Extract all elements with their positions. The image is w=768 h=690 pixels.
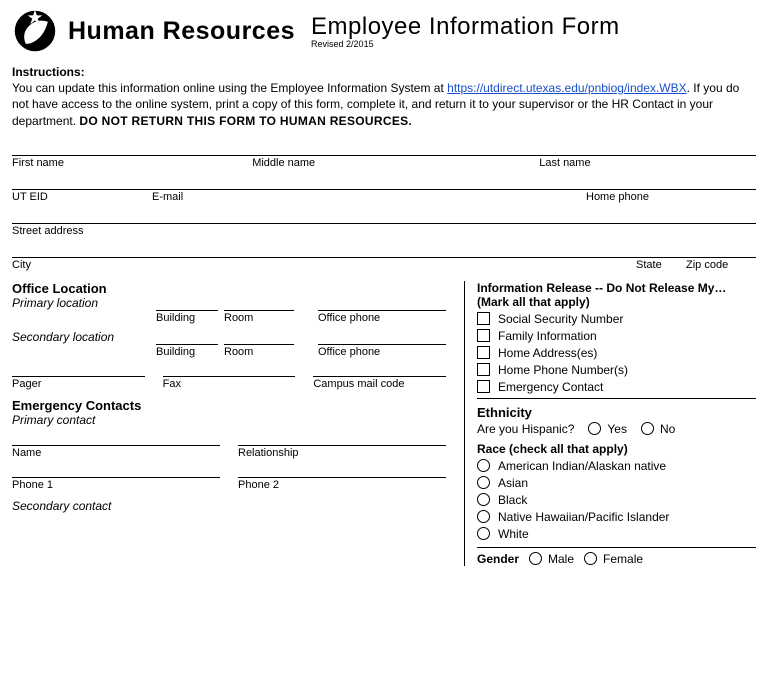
fax-field[interactable]: Fax <box>163 376 296 390</box>
info-release-heading: Information Release -- Do Not Release My… <box>477 281 756 295</box>
radio-gender-male[interactable] <box>529 552 542 565</box>
right-column: Information Release -- Do Not Release My… <box>464 281 756 566</box>
ec-name-field[interactable]: Name <box>12 445 220 459</box>
ethnicity-question: Are you Hispanic? <box>477 422 574 436</box>
info-release-item: Home Address(es) <box>477 346 756 360</box>
checkbox-emergency[interactable] <box>477 380 490 393</box>
office-location-heading: Office Location <box>12 281 446 296</box>
ec-phone1-field[interactable]: Phone 1 <box>12 477 220 491</box>
primary-building-field[interactable]: Building <box>156 310 218 324</box>
radio-race-nh[interactable] <box>477 510 490 523</box>
state-label: State <box>636 259 686 271</box>
name-row: First name Middle name Last name <box>12 155 756 169</box>
instructions: Instructions: You can update this inform… <box>12 64 756 129</box>
pager-field[interactable]: Pager <box>12 376 145 390</box>
primary-location-label: Primary location <box>12 296 150 310</box>
info-release-sub: (Mark all that apply) <box>477 295 756 309</box>
zip-label: Zip code <box>686 259 756 271</box>
checkbox-address[interactable] <box>477 346 490 359</box>
instructions-bold: DO NOT RETURN THIS FORM TO HUMAN RESOURC… <box>79 114 412 128</box>
instructions-text-pre: You can update this information online u… <box>12 81 447 95</box>
eis-link[interactable]: https://utdirect.utexas.edu/pnbiog/index… <box>447 81 686 95</box>
form-title: Employee Information Form <box>311 13 620 41</box>
ec-phone2-field[interactable]: Phone 2 <box>238 477 446 491</box>
email-label: E-mail <box>152 191 586 203</box>
secondary-contact-label: Secondary contact <box>12 499 446 513</box>
race-item: American Indian/Alaskan native <box>477 459 756 473</box>
race-heading: Race (check all that apply) <box>477 442 756 456</box>
checkbox-ssn[interactable] <box>477 312 490 325</box>
street-label: Street address <box>12 225 756 237</box>
middle-name-label: Middle name <box>252 157 539 169</box>
street-row: Street address <box>12 223 756 237</box>
race-item: Asian <box>477 476 756 490</box>
radio-race-black[interactable] <box>477 493 490 506</box>
form-title-block: Employee Information Form Revised 2/2015 <box>311 13 620 49</box>
instructions-label: Instructions: <box>12 65 85 79</box>
checkbox-family[interactable] <box>477 329 490 342</box>
race-item: Native Hawaiian/Pacific Islander <box>477 510 756 524</box>
left-column: Office Location Primary location Buildin… <box>12 281 446 566</box>
radio-hispanic-yes[interactable] <box>588 422 601 435</box>
emergency-contacts-heading: Emergency Contacts <box>12 398 446 413</box>
secondary-location-label: Secondary location <box>12 330 150 344</box>
radio-hispanic-no[interactable] <box>641 422 654 435</box>
info-release-item: Emergency Contact <box>477 380 756 394</box>
radio-race-ai[interactable] <box>477 459 490 472</box>
ethnicity-heading: Ethnicity <box>477 405 756 420</box>
home-phone-label: Home phone <box>586 191 756 203</box>
primary-room-field[interactable]: Room <box>224 310 294 324</box>
city-row: City State Zip code <box>12 257 756 271</box>
checkbox-phone[interactable] <box>477 363 490 376</box>
form-header: Human Resources Employee Information For… <box>12 8 756 54</box>
primary-office-phone-field[interactable]: Office phone <box>318 310 446 324</box>
campus-mail-field[interactable]: Campus mail code <box>313 376 446 390</box>
primary-contact-label: Primary contact <box>12 413 446 427</box>
info-release-item: Social Security Number <box>477 312 756 326</box>
hr-logo-icon <box>12 8 58 54</box>
secondary-office-phone-field[interactable]: Office phone <box>318 344 446 358</box>
first-name-label: First name <box>12 157 252 169</box>
hr-title: Human Resources <box>68 17 295 46</box>
radio-race-white[interactable] <box>477 527 490 540</box>
info-release-item: Family Information <box>477 329 756 343</box>
contact-row: UT EID E-mail Home phone <box>12 189 756 203</box>
info-release-item: Home Phone Number(s) <box>477 363 756 377</box>
ec-relationship-field[interactable]: Relationship <box>238 445 446 459</box>
radio-gender-female[interactable] <box>584 552 597 565</box>
radio-race-asian[interactable] <box>477 476 490 489</box>
secondary-room-field[interactable]: Room <box>224 344 294 358</box>
city-label: City <box>12 259 636 271</box>
race-item: Black <box>477 493 756 507</box>
uteid-label: UT EID <box>12 191 152 203</box>
secondary-building-field[interactable]: Building <box>156 344 218 358</box>
last-name-label: Last name <box>539 157 756 169</box>
race-item: White <box>477 527 756 541</box>
gender-heading: Gender <box>477 552 519 566</box>
